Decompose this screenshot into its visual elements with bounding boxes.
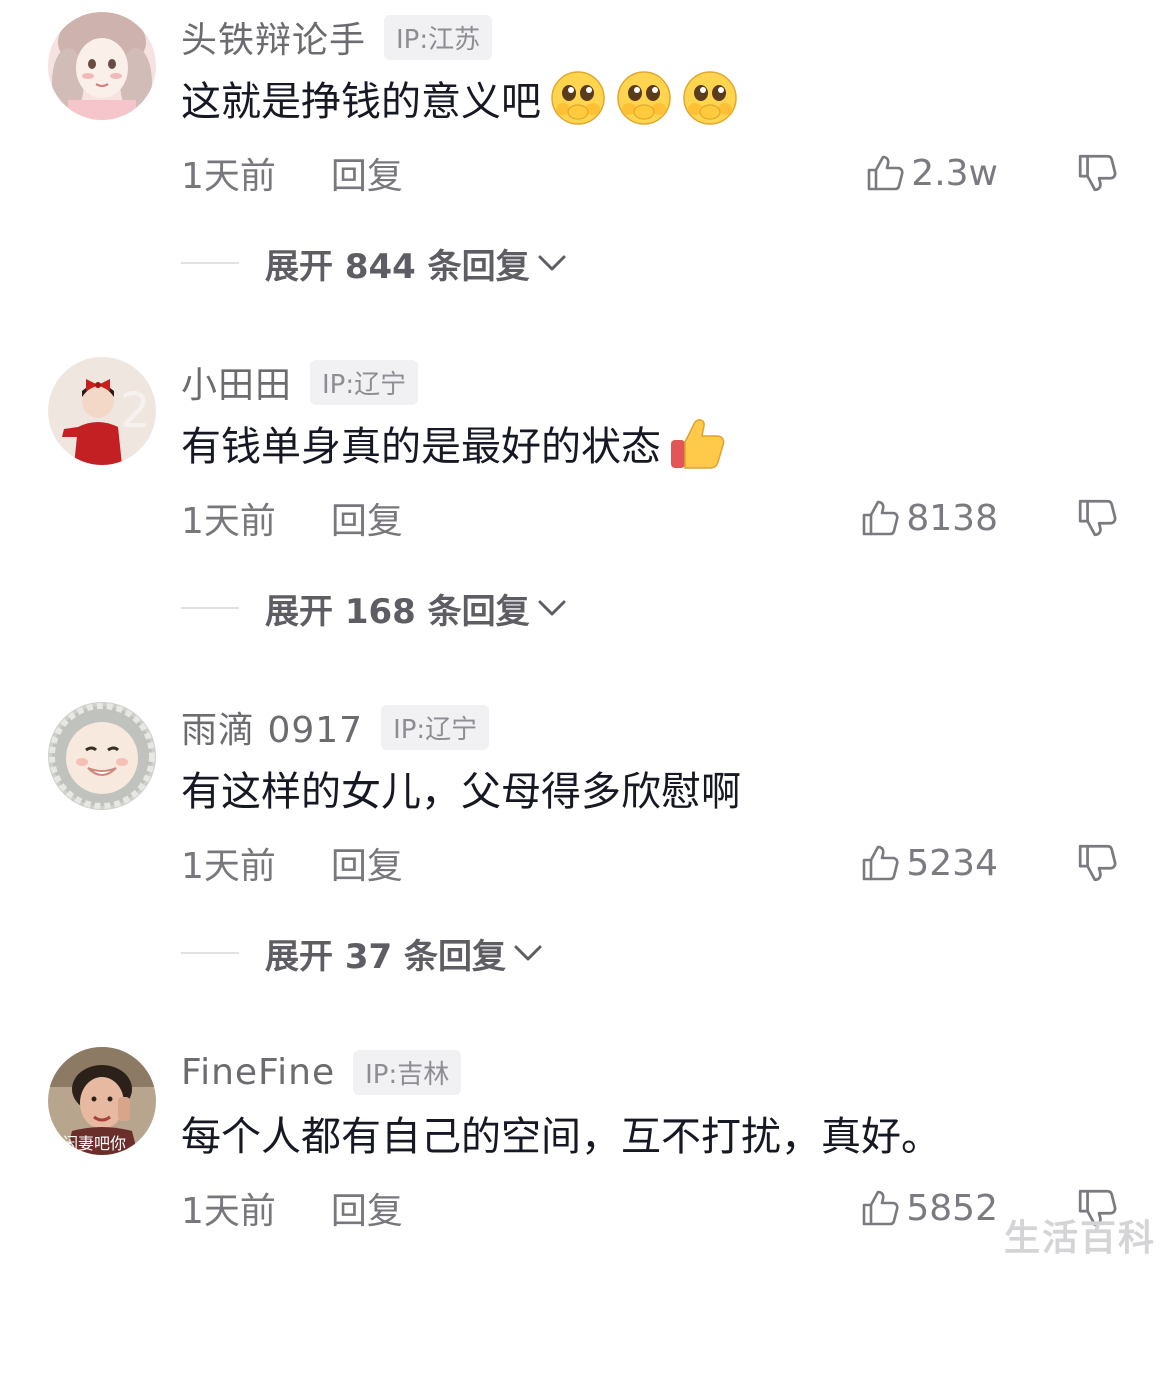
expand-replies-label: 展开 168 条回复 <box>265 591 530 632</box>
comment-text: 每个人都有自己的空间，互不打扰，真好。 <box>181 1101 941 1165</box>
chevron-down-icon <box>538 255 566 271</box>
like-count: 5234 <box>906 842 998 884</box>
comment-time: 1天前 <box>181 156 276 197</box>
chevron-down-icon <box>538 600 566 616</box>
dislike-button[interactable] <box>1076 152 1118 194</box>
thumbs-down-icon <box>1078 154 1117 192</box>
username[interactable]: 小田田 <box>181 356 292 408</box>
ip-location-badge: IP:辽宁 <box>310 359 419 405</box>
reply-button[interactable]: 回复 <box>331 147 403 199</box>
comment-time: 1天前 <box>181 501 276 542</box>
expand-replies-label: 展开 844 条回复 <box>265 246 530 287</box>
comment-item: 2 小田田 IP:辽宁 有钱单身真的是最好的状态 1天前 回复 8138 展开 … <box>0 345 1170 690</box>
thumbs-down-icon <box>1078 844 1117 882</box>
comment-text-content: 这就是挣钱的意义吧 <box>181 79 541 125</box>
expand-replies-button[interactable]: 展开 844 条回复 <box>181 236 568 290</box>
avatar[interactable]: 2 <box>48 357 156 465</box>
avatar-overlay-text: 闲妻吧你 <box>62 1134 126 1153</box>
username[interactable]: 雨滴 0917 <box>181 701 363 753</box>
expand-replies-label: 展开 37 条回复 <box>265 936 506 977</box>
like-count: 5852 <box>906 1187 998 1229</box>
expand-replies-button[interactable]: 展开 37 条回复 <box>181 926 544 980</box>
svg-text:2: 2 <box>120 383 151 439</box>
thumbs-up-icon <box>863 845 899 881</box>
like-button[interactable]: 5852 <box>860 1183 998 1233</box>
thumbs-down-icon <box>1078 499 1117 537</box>
like-button[interactable]: 5234 <box>860 838 998 888</box>
expand-replies-button[interactable]: 展开 168 条回复 <box>181 581 568 635</box>
comment-time: 1天前 <box>181 1191 276 1232</box>
ip-location-badge: IP:吉林 <box>353 1049 462 1095</box>
dislike-button[interactable] <box>1076 842 1118 884</box>
comment-item: 雨滴 0917 IP:辽宁 有这样的女儿，父母得多欣慰啊 1天前 回复 5234… <box>0 690 1170 1035</box>
comment-time: 1天前 <box>181 846 276 887</box>
comment-text: 有这样的女儿，父母得多欣慰啊 <box>181 756 741 820</box>
like-count: 2.3w <box>911 152 998 194</box>
ip-location-badge: IP:江苏 <box>384 14 493 60</box>
thumbs-up-icon <box>867 155 904 191</box>
avatar[interactable] <box>48 702 156 810</box>
pleading-face-icon <box>549 69 607 127</box>
pleading-face-icon <box>681 69 739 127</box>
comment-item: 闲妻吧你 FineFine IP:吉林 每个人都有自己的空间，互不打扰，真好。 … <box>0 1035 1170 1380</box>
divider-line <box>181 952 239 954</box>
reply-button[interactable]: 回复 <box>331 1182 403 1234</box>
thumbs-up-icon <box>863 500 899 536</box>
comment-text-content: 有这样的女儿，父母得多欣慰啊 <box>181 769 741 815</box>
avatar[interactable] <box>48 12 156 120</box>
thumbs-up-emoji-icon <box>669 414 727 472</box>
username[interactable]: FineFine <box>181 1052 335 1093</box>
thumbs-up-icon <box>863 1190 899 1226</box>
comment-item: 头铁辩论手 IP:江苏 这就是挣钱的意义吧 1天前 回复 2.3w 展开 844… <box>0 0 1170 345</box>
comment-text: 有钱单身真的是最好的状态 <box>181 411 727 475</box>
watermark: 生活百科 <box>1003 1218 1156 1259</box>
divider-line <box>181 262 239 264</box>
like-button[interactable]: 8138 <box>860 493 998 543</box>
divider-line <box>181 607 239 609</box>
like-button[interactable]: 2.3w <box>865 148 998 198</box>
comment-text-content: 每个人都有自己的空间，互不打扰，真好。 <box>181 1114 941 1160</box>
username[interactable]: 头铁辩论手 <box>181 11 366 63</box>
ip-location-badge: IP:辽宁 <box>381 704 490 750</box>
comment-text: 这就是挣钱的意义吧 <box>181 66 739 130</box>
chevron-down-icon <box>514 945 542 961</box>
avatar[interactable]: 闲妻吧你 <box>48 1047 156 1155</box>
pleading-face-icon <box>615 69 673 127</box>
dislike-button[interactable] <box>1076 497 1118 539</box>
like-count: 8138 <box>906 497 998 539</box>
reply-button[interactable]: 回复 <box>331 837 403 889</box>
reply-button[interactable]: 回复 <box>331 492 403 544</box>
comment-text-content: 有钱单身真的是最好的状态 <box>181 424 661 470</box>
